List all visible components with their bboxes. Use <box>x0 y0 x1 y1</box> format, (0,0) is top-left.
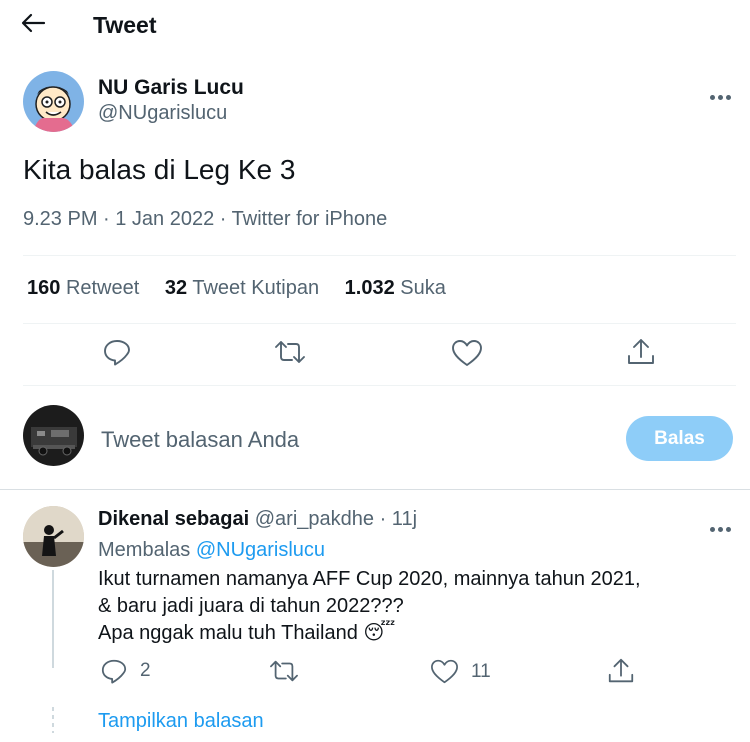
retweets-label: Retweet <box>65 277 140 299</box>
retweet-icon <box>275 341 305 363</box>
like-icon <box>431 659 458 684</box>
like-button[interactable] <box>451 338 483 368</box>
likes-count: 1.032 <box>344 277 395 299</box>
replying-to-prefix: Membalas <box>98 539 191 561</box>
author-handle[interactable]: @NUgarislucu <box>98 102 227 125</box>
reply-icon <box>104 340 130 366</box>
more-icon[interactable] <box>710 87 734 105</box>
thread-line <box>52 570 54 668</box>
share-icon <box>628 339 654 364</box>
reply-author-avatar[interactable] <box>23 506 84 567</box>
reply-text-line-3: Apa nggak malu tuh Thailand 😴 <box>98 620 641 647</box>
reply-header: Dikenal sebagai @ari_pakdhe · 11j <box>98 508 417 531</box>
replying-to: Membalas @NUgarislucu <box>98 539 325 562</box>
reply-share-button[interactable] <box>606 656 636 686</box>
reply-more-icon[interactable] <box>710 519 734 537</box>
quotes-stat[interactable]: 32 Tweet Kutipan <box>165 277 325 299</box>
reply-reply-button[interactable]: 2 <box>100 657 151 685</box>
reply-author-name[interactable]: Dikenal sebagai <box>98 508 249 530</box>
reply-reply-count: 2 <box>140 660 151 681</box>
reply-like-button[interactable]: 11 <box>430 658 491 685</box>
show-replies-link[interactable]: Tampilkan balasan <box>98 710 264 733</box>
reply-like-count: 11 <box>471 660 491 682</box>
retweet-button[interactable] <box>273 337 307 367</box>
reply-icon <box>101 659 127 684</box>
sleeping-face-emoji: 😴 <box>363 622 396 644</box>
reply-text-line: & baru jadi juara di tahun 2022??? <box>98 595 404 617</box>
reply-author-handle[interactable]: @ari_pakdhe <box>255 508 374 530</box>
thread-dots <box>52 707 54 733</box>
quotes-label: Tweet Kutipan <box>192 277 320 299</box>
reply-submit-label: Balas <box>654 428 705 449</box>
like-icon <box>452 340 482 366</box>
share-button[interactable] <box>625 336 657 368</box>
reply-text: Ikut turnamen namanya AFF Cup 2020, main… <box>98 566 641 647</box>
reply-text-line: Ikut turnamen namanya AFF Cup 2020, main… <box>98 568 641 590</box>
page-title: Tweet <box>93 12 157 38</box>
tweet-meta: 9.23 PM · 1 Jan 2022 · Twitter for iPhon… <box>23 208 388 230</box>
back-button[interactable] <box>20 12 50 36</box>
author-avatar[interactable] <box>23 71 84 132</box>
likes-label: Suka <box>400 277 446 299</box>
replying-to-handle[interactable]: @NUgarislucu <box>196 539 325 561</box>
tweet-stats: 160 Retweet 32 Tweet Kutipan 1.032 Suka <box>27 277 446 300</box>
back-arrow-icon <box>21 13 46 33</box>
reply-time[interactable]: · 11j <box>380 508 417 530</box>
tweet-text: Kita balas di Leg Ke 3 <box>23 154 296 185</box>
author-name[interactable]: NU Garis Lucu <box>98 76 244 100</box>
retweets-stat[interactable]: 160 Retweet <box>27 277 145 299</box>
reply-button[interactable] <box>102 337 132 367</box>
quotes-count: 32 <box>164 277 188 299</box>
retweets-count: 160 <box>27 277 61 299</box>
reply-submit-button[interactable]: Balas <box>626 416 733 461</box>
retweet-icon <box>270 660 298 682</box>
reply-retweet-button[interactable] <box>268 657 300 685</box>
share-icon <box>608 658 634 683</box>
reply-text-line: Apa nggak malu tuh Thailand <box>98 622 358 644</box>
reply-compose-input[interactable]: Tweet balasan Anda <box>101 427 299 453</box>
likes-stat[interactable]: 1.032 Suka <box>345 277 446 299</box>
my-avatar[interactable] <box>23 405 84 466</box>
